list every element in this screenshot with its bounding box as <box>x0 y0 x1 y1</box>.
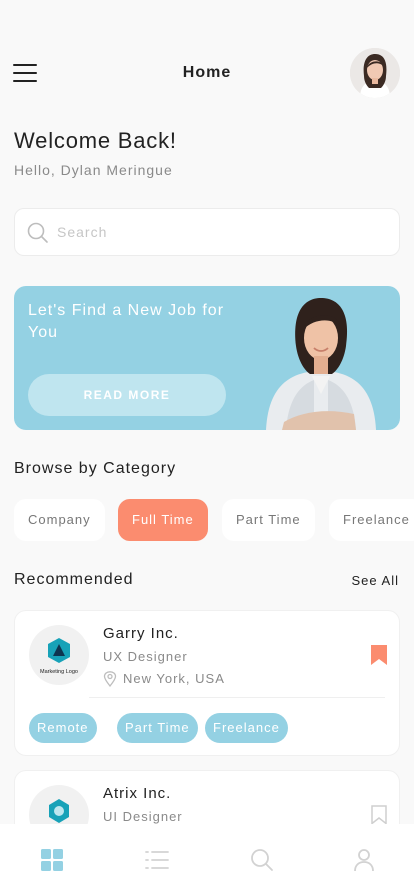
company-name: Atrix Inc. <box>103 785 172 802</box>
job-role: UX Designer <box>103 649 188 664</box>
bottom-navigation <box>0 824 414 896</box>
promo-banner: Let's Find a New Job for You READ MORE <box>14 286 400 430</box>
location-text: New York, USA <box>123 671 225 686</box>
profile-icon[interactable] <box>352 848 376 872</box>
greeting-text: Hello, Dylan Meringue <box>14 162 173 178</box>
logo-text: Marketing Logo <box>40 669 78 675</box>
category-chip-company[interactable]: Company <box>14 499 105 541</box>
list-icon[interactable] <box>145 848 169 872</box>
job-tag-remote[interactable]: Remote <box>29 713 97 743</box>
card-divider <box>89 697 385 698</box>
welcome-title: Welcome Back! <box>14 128 177 153</box>
search-icon <box>27 222 48 243</box>
category-chip-freelance[interactable]: Freelance <box>329 499 414 541</box>
bookmark-filled-icon[interactable] <box>371 645 387 665</box>
banner-text: Let's Find a New Job for You <box>28 302 225 341</box>
grid-icon[interactable] <box>40 848 64 872</box>
search-input[interactable] <box>57 209 387 255</box>
category-section-title: Browse by Category <box>14 460 177 477</box>
job-card[interactable]: Marketing Logo Garry Inc. UX Designer Ne… <box>14 610 400 756</box>
see-all-link[interactable]: See All <box>352 573 399 588</box>
job-tag-freelance[interactable]: Freelance <box>205 713 288 743</box>
search-bar[interactable] <box>14 208 400 256</box>
banner-person-image <box>266 298 376 430</box>
read-more-button[interactable]: READ MORE <box>28 374 226 416</box>
search-icon[interactable] <box>250 848 274 872</box>
company-name: Garry Inc. <box>103 625 179 642</box>
recommended-section-title: Recommended <box>14 571 134 588</box>
header: Home <box>0 46 414 102</box>
location-pin-icon <box>103 671 117 687</box>
bookmark-outline-icon[interactable] <box>371 805 387 825</box>
job-tag-part-time[interactable]: Part Time <box>117 713 198 743</box>
avatar[interactable] <box>350 48 400 98</box>
company-logo: Marketing Logo <box>29 625 89 685</box>
category-chip-part-time[interactable]: Part Time <box>222 499 315 541</box>
job-role: UI Designer <box>103 809 183 824</box>
category-chip-full-time[interactable]: Full Time <box>118 499 208 541</box>
